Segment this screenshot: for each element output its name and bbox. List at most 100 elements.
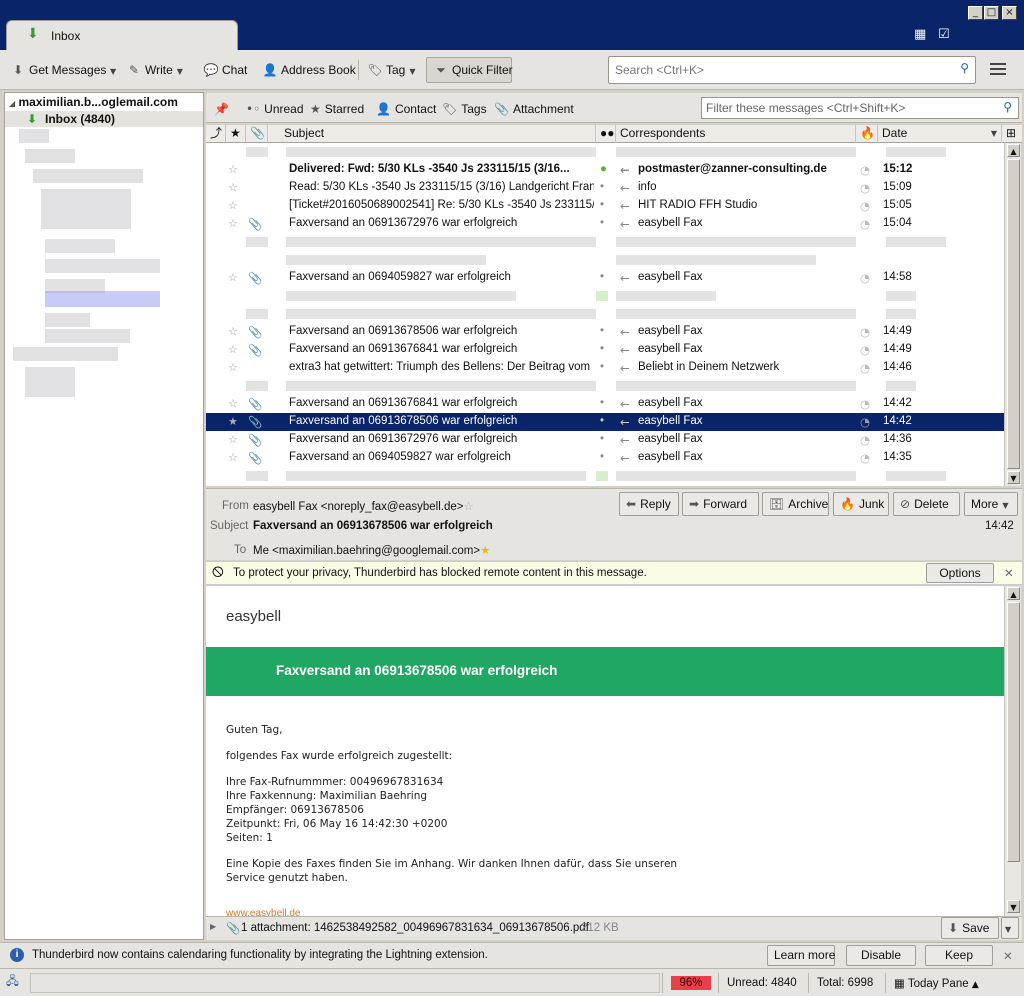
star-icon[interactable]: ☆	[464, 499, 474, 513]
star-filled-icon[interactable]: ★	[480, 543, 490, 557]
filter-contact[interactable]: 👤 Contact	[376, 102, 436, 116]
disable-button[interactable]: Disable	[846, 945, 916, 966]
message-row[interactable]: ☆ extra3 hat getwittert: Triumph des Bell…	[206, 359, 1004, 377]
star-icon[interactable]: ☆	[228, 343, 238, 356]
junk-icon[interactable]: ◔	[860, 433, 870, 447]
message-row[interactable]: ☆ Delivered: Fwd: 5/30 KLs -3540 Js 23311…	[206, 161, 1004, 179]
more-button[interactable]: More ▼	[964, 492, 1018, 516]
read-dot-icon[interactable]: •	[600, 343, 604, 355]
close-notification-icon[interactable]: ✕	[1003, 949, 1013, 963]
star-icon[interactable]: ☆	[228, 451, 238, 464]
message-row[interactable]: ☆ 📎 Faxversand an 0694059827 war erfolgrei…	[206, 269, 1004, 287]
close-notice-icon[interactable]: ✕	[1004, 566, 1014, 580]
message-row-selected[interactable]: ★ 📎 Faxversand an 06913678506 war erfolgre…	[206, 413, 1004, 431]
junk-icon[interactable]: ◔	[860, 397, 870, 411]
blurred-row[interactable]	[206, 287, 1004, 305]
scroll-up-icon[interactable]: ▲	[1007, 144, 1020, 157]
filter-unread[interactable]: •◦ Unread	[246, 102, 304, 116]
read-dot-icon[interactable]: •	[600, 181, 604, 193]
calendar-icon[interactable]: ▦	[914, 27, 926, 42]
tab-inbox[interactable]: ⬇ Inbox	[6, 20, 238, 50]
star-icon[interactable]: ☆	[228, 271, 238, 284]
save-button[interactable]: ⬇ Save	[941, 917, 999, 939]
junk-icon[interactable]: ◔	[860, 181, 870, 195]
filter-messages-input[interactable]: Filter these messages <Ctrl+Shift+K> ⚲	[701, 97, 1019, 119]
read-dot-icon[interactable]: •	[600, 451, 604, 463]
search-input[interactable]: Search <Ctrl+K> ⚲	[608, 56, 976, 84]
save-dropdown-button[interactable]: ▼	[1001, 917, 1019, 939]
close-button[interactable]: ×	[1002, 6, 1017, 20]
read-dot-icon[interactable]: •	[600, 433, 604, 445]
reply-button[interactable]: ⬅ Reply	[619, 492, 679, 516]
message-row[interactable]: ☆ 📎 Faxversand an 06913676841 war erfolgre…	[206, 395, 1004, 413]
attachment-label[interactable]: 1 attachment: 1462538492582_004969678316…	[241, 922, 589, 934]
learn-more-button[interactable]: Learn more	[767, 945, 835, 966]
message-list-scrollbar[interactable]: ▲ ▼	[1004, 143, 1021, 486]
column-picker-icon[interactable]: ⊞	[1002, 125, 1022, 143]
star-icon[interactable]: ☆	[228, 181, 238, 194]
star-icon[interactable]: ☆	[228, 433, 238, 446]
read-dot-icon[interactable]: •	[600, 397, 604, 409]
junk-column-header[interactable]: 🔥	[856, 125, 878, 143]
options-button[interactable]: Options	[926, 563, 994, 583]
blurred-row[interactable]	[206, 305, 1004, 323]
quick-filter-button[interactable]: ⏷ Quick Filter	[426, 57, 513, 83]
to-value[interactable]: Me <maximilian.baehring@googlemail.com>★	[253, 543, 490, 557]
junk-icon[interactable]: ◔	[860, 343, 870, 357]
from-value[interactable]: easybell Fax <noreply_fax@easybell.de>☆	[253, 499, 474, 513]
sticky-filter-pin-icon[interactable]: 📌	[214, 102, 229, 116]
address-book-button[interactable]: 👤 Address Book	[262, 59, 356, 81]
star-icon[interactable]: ☆	[228, 217, 238, 230]
read-dot-icon[interactable]: •	[600, 199, 604, 211]
junk-icon[interactable]: ◔	[860, 361, 870, 375]
scroll-up-icon[interactable]: ▲	[1007, 587, 1020, 600]
scroll-down-icon[interactable]: ▼	[1007, 900, 1020, 913]
read-dot-icon[interactable]: •	[600, 415, 604, 427]
message-row[interactable]: ☆ [Ticket#2016050689002541] Re: 5/30 KLs …	[206, 197, 1004, 215]
thread-column-header[interactable]: ⤴	[206, 125, 226, 143]
star-column-header[interactable]: ★	[226, 125, 246, 143]
forward-button[interactable]: ➡ Forward	[682, 492, 759, 516]
account-folder[interactable]: ◢ maximilian.b...oglemail.com	[9, 95, 178, 109]
star-icon[interactable]: ☆	[228, 325, 238, 338]
junk-icon[interactable]: ◔	[860, 271, 870, 285]
app-menu-icon[interactable]	[990, 63, 1006, 78]
star-icon[interactable]: ☆	[228, 199, 238, 212]
junk-icon[interactable]: ◔	[860, 217, 870, 231]
tasks-icon[interactable]: ☑	[938, 27, 950, 42]
read-dot-icon[interactable]: •	[600, 217, 604, 229]
read-column-header[interactable]: ●●	[596, 125, 616, 143]
blurred-row[interactable]	[206, 377, 1004, 395]
star-icon[interactable]: ☆	[228, 163, 238, 176]
attachment-column-header[interactable]: 📎	[246, 125, 268, 143]
online-status-icon[interactable]: 🖧	[6, 974, 19, 993]
read-dot-icon[interactable]: •	[600, 271, 604, 283]
get-messages-dropdown[interactable]: ▼	[106, 59, 116, 81]
read-dot-icon[interactable]: •	[600, 361, 604, 373]
message-row[interactable]: ☆ 📎 Faxversand an 06913678506 war erfolgre…	[206, 323, 1004, 341]
blurred-row[interactable]	[206, 251, 1004, 269]
chat-button[interactable]: 💬 Chat	[203, 59, 248, 81]
blurred-row[interactable]	[206, 467, 1004, 485]
write-button[interactable]: ✎ Write ▼	[126, 59, 183, 81]
scroll-thumb[interactable]	[1007, 159, 1020, 469]
junk-icon[interactable]: ◔	[860, 199, 870, 213]
filter-starred[interactable]: ★ Starred	[310, 102, 364, 116]
message-row[interactable]: ☆ 📎 Faxversand an 06913672976 war erfolgre…	[206, 431, 1004, 449]
archive-button[interactable]: 🗄 Archive	[762, 492, 829, 516]
message-row[interactable]: ☆ 📎 Faxversand an 06913672976 war erfolgre…	[206, 215, 1004, 233]
subject-column-header[interactable]: Subject	[268, 125, 596, 143]
minimize-button[interactable]: _	[968, 6, 983, 20]
star-icon[interactable]: ★	[228, 415, 238, 428]
expand-attachments-icon[interactable]: ▶	[210, 922, 216, 931]
message-row[interactable]: ☆ 📎 Faxversand an 06913676841 war erfolgre…	[206, 341, 1004, 359]
star-icon[interactable]: ☆	[228, 361, 238, 374]
junk-icon[interactable]: ◔	[860, 163, 870, 177]
scroll-thumb[interactable]	[1007, 602, 1020, 862]
delete-button[interactable]: ⊘ Delete	[893, 492, 960, 516]
junk-button[interactable]: 🔥 Junk	[833, 492, 889, 516]
keep-button[interactable]: Keep	[925, 945, 993, 966]
blurred-row[interactable]	[206, 143, 1004, 161]
get-messages-button[interactable]: ⬇ Get Messages	[10, 59, 106, 81]
date-column-header[interactable]: Date ▼	[878, 125, 1002, 143]
